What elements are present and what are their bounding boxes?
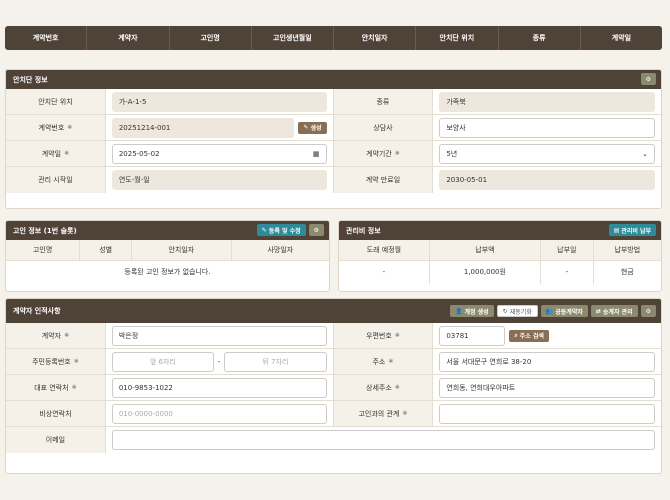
email-input[interactable] (111, 430, 655, 450)
address-search-button[interactable]: ⌕ 주소 검색 (509, 329, 549, 342)
column-header: 도래 예정월 (339, 240, 430, 261)
column-header: 납부방법 (593, 240, 661, 261)
gear-icon[interactable]: ⚙ (640, 73, 656, 85)
column-header[interactable]: 안치일자 (334, 26, 417, 50)
field-label: 계약번호 (38, 123, 65, 132)
contract-date-input[interactable]: 2025-05-02 ▦ (111, 143, 327, 164)
address-input[interactable]: 서울 서대문구 연희로 38-20 (439, 351, 655, 372)
chevron-down-icon: ⌄ (642, 149, 648, 158)
management-start-field: 연도-월-일 (111, 170, 327, 190)
required-icon: ✱ (402, 410, 408, 417)
rrn-dash: - (217, 357, 221, 366)
column-header[interactable]: 계약일 (581, 26, 662, 50)
required-icon: ✱ (394, 332, 400, 339)
wand-icon: ✎ (303, 124, 309, 131)
field-label: 우편번호 (366, 331, 392, 340)
column-header: 납부액 (429, 240, 542, 261)
search-icon: ⌕ (514, 331, 518, 339)
user-plus-icon: 👤 (455, 307, 463, 315)
column-header[interactable]: 고인명 (170, 26, 252, 50)
required-icon: ✱ (388, 358, 394, 365)
refresh-icon: ↻ (502, 307, 508, 315)
list-header-bar: 계약번호 계약자 고인명 고인생년월일 안치일자 안치단 위치 종류 계약일 (5, 26, 662, 50)
type-field: 가족북 (439, 91, 655, 112)
required-icon: ✱ (394, 384, 400, 391)
field-label: 안치단 위치 (6, 89, 106, 114)
users-icon: 👥 (545, 307, 554, 315)
column-header: 안치일자 (131, 240, 232, 261)
table-cell: 1,000,000원 (429, 260, 542, 284)
expiry-date-field: 2030-05-01 (439, 170, 655, 190)
calendar-icon[interactable]: ▦ (313, 150, 320, 158)
management-fee-panel: 관리비 정보 ▤ 관리비 납부 도래 예정월 납부액 납부일 납부방법 - 1,0… (338, 220, 662, 292)
gear-icon[interactable]: ⚙ (640, 305, 656, 317)
receipt-icon: ▤ (613, 226, 620, 234)
relationship-input[interactable] (439, 403, 655, 424)
create-account-button[interactable]: 👤 계정 생성 (450, 305, 494, 317)
rrn-back-input[interactable]: 뒤 7자리 (224, 351, 327, 372)
enshrine-panel: 안치단 정보 ⚙ 안치단 위치 가-A-1-5 종류 가족북 계약번호 ✱ 202… (5, 69, 662, 209)
column-header[interactable]: 종류 (499, 26, 581, 50)
location-field: 가-A-1-5 (111, 91, 327, 112)
contractor-name-input[interactable]: 박은정 (111, 325, 327, 346)
field-label: 상담사 (333, 115, 434, 140)
column-header: 성별 (79, 240, 133, 261)
empty-message: 등록된 고인 정보가 없습니다. (124, 268, 211, 277)
co-contractor-button[interactable]: 👥 공동계약자 (540, 305, 588, 317)
required-icon: ✱ (71, 384, 77, 391)
rrn-front-input[interactable]: 앞 6자리 (111, 351, 214, 372)
detail-address-input[interactable]: 연희동, 연희대우아파트 (439, 377, 655, 398)
gear-icon[interactable]: ⚙ (308, 224, 324, 236)
column-header: 사망일자 (231, 240, 329, 261)
table-cell: - (540, 260, 594, 284)
phone-input[interactable]: 010-9853-1022 (111, 377, 327, 398)
field-label: 종류 (333, 89, 434, 114)
column-header[interactable]: 고인생년월일 (252, 26, 334, 50)
panel-title: 계약자 인적사항 (13, 307, 61, 315)
table-cell: 현금 (620, 268, 634, 277)
required-icon: ✱ (67, 124, 73, 131)
pay-fee-button[interactable]: ▤ 관리비 납부 (608, 224, 656, 236)
panel-title: 고인 정보 (1번 슬롯) (13, 226, 77, 235)
contract-number-field: 20251214-001 (111, 117, 295, 138)
successor-button[interactable]: ⇄ 승계자 관리 (590, 305, 638, 317)
field-label: 계약기간 (366, 149, 392, 158)
column-header: 납부일 (540, 240, 594, 261)
required-icon: ✱ (394, 150, 400, 157)
column-header: 고인명 (6, 240, 81, 261)
panel-title: 관리비 정보 (346, 226, 381, 235)
deceased-panel: 고인 정보 (1번 슬롯) ✎ 등록 및 수정 ⚙ 고인명 성별 안치일자 사망일… (5, 220, 330, 292)
contract-period-select[interactable]: 5년 ⌄ (439, 143, 655, 164)
edit-icon: ✎ (261, 226, 267, 234)
field-label: 주민등록번호 (32, 357, 71, 366)
resync-button[interactable]: ↻ 재동기화 (496, 305, 538, 317)
field-label: 계약자 (41, 331, 62, 340)
field-label: 상세주소 (366, 383, 392, 392)
field-label: 대표 연락처 (34, 383, 69, 392)
swap-icon: ⇄ (595, 307, 601, 315)
column-header[interactable]: 계약자 (87, 26, 170, 50)
counselor-input[interactable]: 보양사 (439, 117, 655, 138)
field-label: 고인과의 관계 (358, 409, 400, 418)
column-header[interactable]: 계약번호 (5, 26, 88, 50)
field-label: 비상연락처 (6, 401, 106, 426)
table-cell: - (339, 260, 430, 284)
required-icon: ✱ (73, 358, 79, 365)
emergency-contact-input[interactable]: 010-0000-0000 (111, 403, 327, 424)
field-label: 계약 만료일 (333, 167, 434, 193)
required-icon: ✱ (64, 150, 70, 157)
field-label: 주소 (372, 357, 386, 366)
field-label: 계약일 (41, 149, 62, 158)
fee-table: 도래 예정월 납부액 납부일 납부방법 - 1,000,000원 - 현금 (339, 240, 661, 284)
contractor-panel: 계약자 인적사항 👤 계정 생성 ↻ 재동기화 👥 공동계약자 ⇄ 승계자 관리 ⚙ 계… (5, 298, 662, 474)
column-header[interactable]: 안치단 위치 (416, 26, 499, 50)
edit-deceased-button[interactable]: ✎ 등록 및 수정 (256, 224, 306, 236)
zip-input[interactable]: 03781 (439, 325, 506, 346)
deceased-table: 고인명 성별 안치일자 사망일자 등록된 고인 정보가 없습니다. (6, 240, 329, 284)
field-label: 관리 시작일 (6, 167, 106, 193)
required-icon: ✱ (64, 332, 70, 339)
generate-button[interactable]: ✎ 생성 (298, 121, 327, 134)
field-label: 이메일 (6, 427, 106, 453)
panel-title: 안치단 정보 (13, 75, 48, 84)
